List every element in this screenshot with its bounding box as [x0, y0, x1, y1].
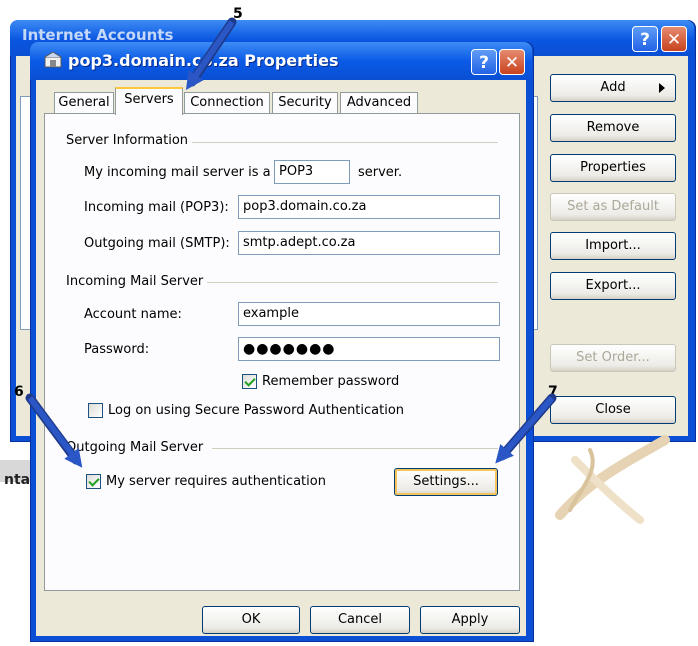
callout-6-arrow-fill: [27, 396, 83, 468]
callout-7-arrow-fill: [495, 396, 555, 464]
tab-servers[interactable]: Servers: [115, 87, 183, 115]
callout-arrows-layer: [25, 17, 557, 468]
callout-5-arrow-fill: [185, 20, 235, 90]
